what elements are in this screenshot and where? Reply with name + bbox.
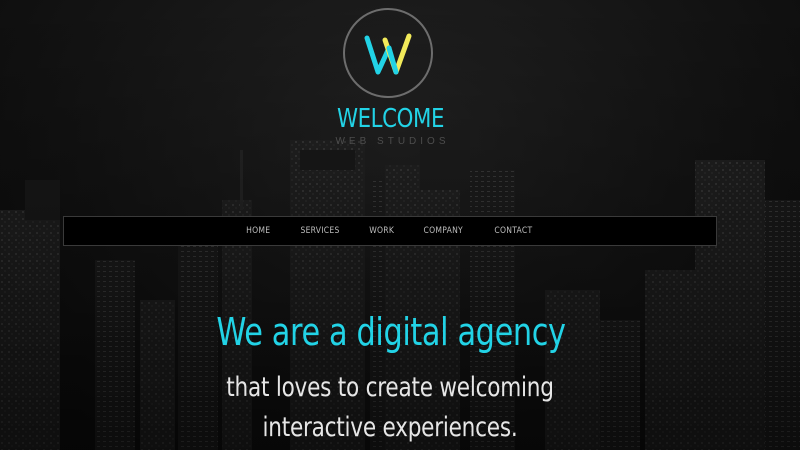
nav-item-home[interactable]: HOME — [236, 226, 281, 236]
hero-subtitle-line-2: interactive experiences. — [262, 412, 518, 443]
landing-page: WELCOME WEB STUDIOS HOME SERVICES WORK C… — [0, 0, 800, 450]
nav-item-contact[interactable]: CONTACT — [484, 226, 542, 236]
nav-item-work[interactable]: WORK — [359, 226, 404, 236]
nav-item-services[interactable]: SERVICES — [290, 226, 350, 236]
main-navigation: HOME SERVICES WORK COMPANY CONTACT — [63, 216, 717, 246]
hero-title: We are a digital agency — [216, 310, 566, 354]
nav-item-company[interactable]: COMPANY — [414, 226, 474, 236]
brand-tagline: WEB STUDIOS — [335, 136, 450, 147]
hero-subtitle-line-1: that loves to create welcoming — [226, 372, 554, 403]
brand-header: WELCOME WEB STUDIOS — [0, 0, 800, 160]
brand-name: WELCOME — [336, 104, 445, 134]
w-monogram-icon[interactable] — [343, 8, 433, 98]
